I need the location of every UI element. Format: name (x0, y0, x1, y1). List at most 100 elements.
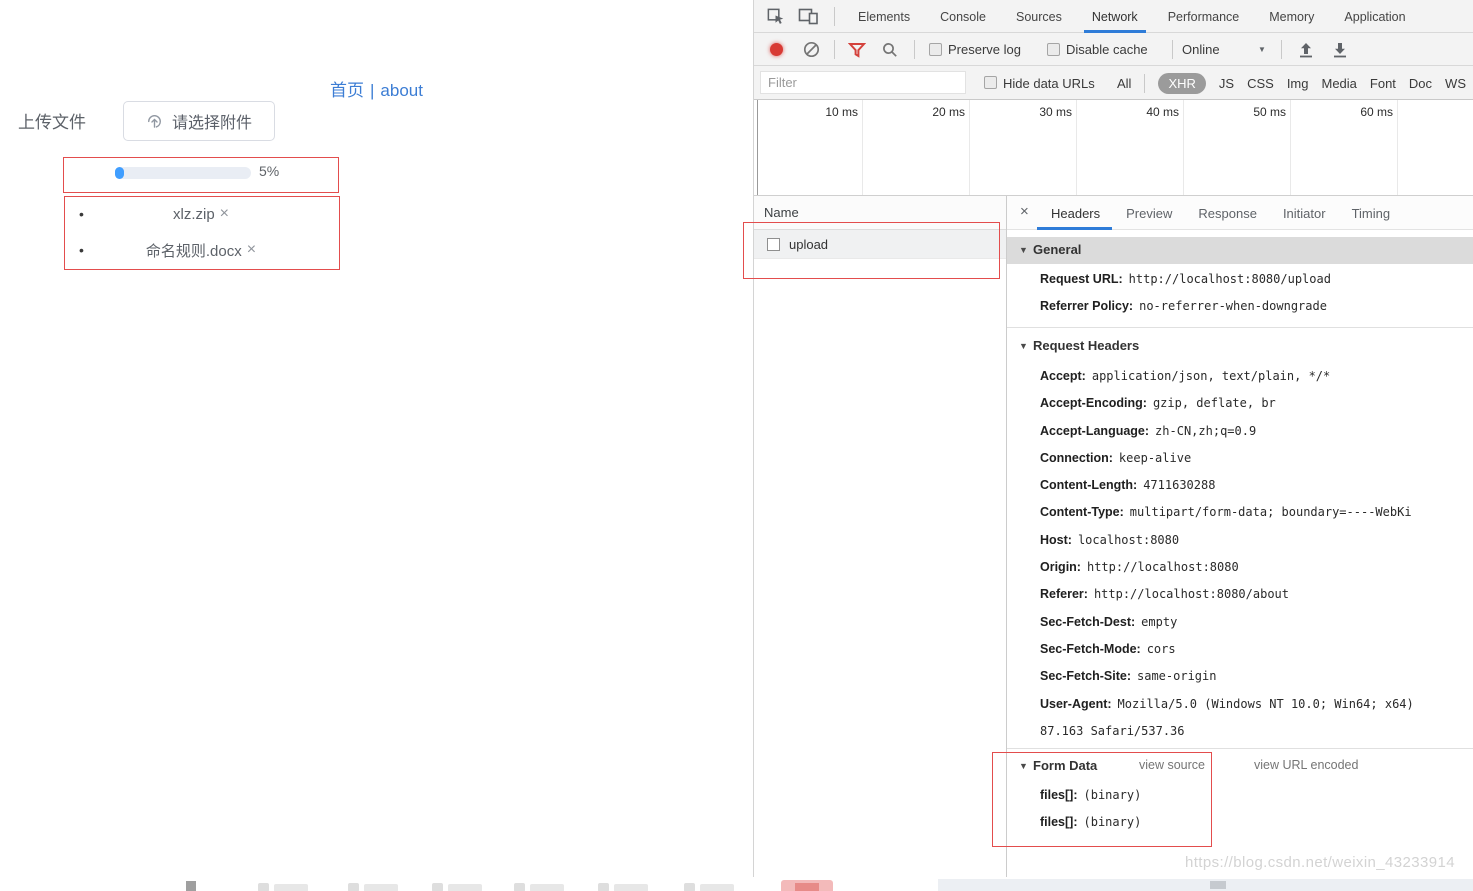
devtools-tab[interactable]: Application (1344, 0, 1405, 33)
timeline-tick-label: 10 ms (798, 105, 858, 119)
csdn-watermark: https://blog.csdn.net/weixin_43233914 (1185, 854, 1455, 871)
resource-type-filter[interactable]: CSS (1247, 76, 1274, 91)
choose-attachment-button[interactable]: 请选择附件 (123, 101, 275, 141)
detail-tab[interactable]: Timing (1352, 196, 1391, 230)
nav-separator: | (370, 81, 374, 100)
triangle-down-icon: ▼ (1019, 341, 1028, 351)
toolbar-separator (834, 40, 835, 59)
request-row[interactable]: upload (754, 230, 1006, 259)
resource-type-filter[interactable]: All (1117, 76, 1131, 91)
devtools-tabbar: Elements Console Sources Network Performance… (754, 0, 1473, 33)
header-row: Origin:http://localhost:8080 (1040, 554, 1414, 581)
follow-button[interactable] (781, 880, 833, 891)
general-section-header[interactable]: ▼ General (1007, 237, 1473, 264)
filter-funnel-icon[interactable] (848, 42, 866, 61)
general-section-title: General (1033, 242, 1081, 257)
form-data-section-header[interactable]: ▼ Form Data view source view URL encoded (1007, 752, 1473, 779)
import-har-icon[interactable] (1299, 42, 1313, 61)
resource-type-filter[interactable]: XHR (1158, 73, 1205, 94)
disable-cache-checkbox[interactable] (1047, 43, 1060, 56)
resource-type-filter[interactable]: JS (1219, 76, 1234, 91)
hide-data-urls-label[interactable]: Hide data URLs (1003, 76, 1095, 91)
view-source-link[interactable]: view source (1139, 758, 1205, 772)
resource-type-filter[interactable]: WS (1445, 76, 1466, 91)
request-name: upload (789, 237, 828, 252)
header-row: Referer:http://localhost:8080/about (1040, 581, 1414, 608)
inspect-element-icon[interactable] (766, 7, 785, 29)
clear-network-log-icon[interactable] (803, 41, 820, 61)
section-divider (1007, 327, 1473, 328)
header-value: Mozilla/5.0 (Windows NT 10.0; Win64; x64… (1118, 697, 1414, 711)
form-field-name: files[]: (1040, 815, 1078, 829)
header-name: Sec-Fetch-Site: (1040, 669, 1131, 683)
filter-input[interactable] (760, 71, 966, 94)
preserve-log-checkbox[interactable] (929, 43, 942, 56)
device-toolbar-icon[interactable] (798, 7, 819, 29)
header-row: Request URL:http://localhost:8080/upload (1040, 266, 1331, 293)
network-timeline-overview[interactable]: 10 ms20 ms30 ms40 ms50 ms60 ms (754, 100, 1473, 196)
record-network-log-icon[interactable] (770, 43, 783, 56)
header-value: keep-alive (1119, 451, 1191, 465)
scrollbar-thumb[interactable] (1210, 881, 1226, 889)
request-headers-section-header[interactable]: ▼ Request Headers (1007, 335, 1473, 362)
header-row: Sec-Fetch-Dest:empty (1040, 609, 1414, 636)
header-value: multipart/form-data; boundary=----WebKi (1130, 505, 1412, 519)
remove-file-icon[interactable]: × (247, 241, 256, 259)
request-file-icon (767, 238, 780, 251)
header-value: application/json, text/plain, */* (1092, 369, 1330, 383)
timeline-gridline (1076, 100, 1077, 195)
hide-data-urls-checkbox[interactable] (984, 76, 997, 89)
section-divider (1007, 748, 1473, 749)
requests-name-column-header[interactable]: Name (754, 196, 1006, 230)
toolbar-separator (1281, 40, 1282, 59)
header-row: Content-Length:4711630288 (1040, 472, 1414, 499)
header-name: Sec-Fetch-Dest: (1040, 615, 1135, 629)
nav-home-link[interactable]: 首页 (330, 81, 364, 100)
timeline-gridline (1290, 100, 1291, 195)
screenshot-root: 首页|about 上传文件 请选择附件 5% • xlz.zip × • 命名规… (0, 0, 1473, 891)
devtools-tab[interactable]: Elements (858, 0, 910, 33)
remove-file-icon[interactable]: × (220, 205, 229, 223)
devtools-tab[interactable]: Memory (1269, 0, 1314, 33)
devtools-tab[interactable]: Sources (1016, 0, 1062, 33)
timeline-origin-line (757, 100, 758, 195)
horizontal-scrollbar[interactable] (938, 879, 1473, 891)
close-icon[interactable]: × (1020, 203, 1029, 220)
header-name: Origin: (1040, 560, 1081, 574)
header-row: Sec-Fetch-Mode:cors (1040, 636, 1414, 663)
header-name: Content-Type: (1040, 505, 1124, 519)
resource-type-filter[interactable]: Font (1370, 76, 1396, 91)
export-har-icon[interactable] (1333, 42, 1347, 61)
nav-about-link[interactable]: about (380, 81, 423, 100)
detail-tab[interactable]: Preview (1126, 196, 1172, 230)
detail-tab[interactable]: Headers (1051, 196, 1100, 230)
header-value: http://localhost:8080/upload (1129, 272, 1331, 286)
timeline-gridline (1183, 100, 1184, 195)
devtools-tab[interactable]: Network (1092, 0, 1138, 33)
disable-cache-label[interactable]: Disable cache (1066, 42, 1148, 57)
list-bullet: • (79, 242, 84, 258)
header-row: Referrer Policy:no-referrer-when-downgra… (1040, 293, 1331, 320)
throttling-select[interactable]: Online (1182, 42, 1220, 57)
resource-type-filters: AllXHRJSCSSImgMediaFontDocWSM (1117, 66, 1473, 100)
devtools-tab[interactable]: Console (940, 0, 986, 33)
search-icon[interactable] (882, 42, 898, 61)
devtools-panel: Elements Console Sources Network Performance… (753, 0, 1473, 878)
detail-tab[interactable]: Initiator (1283, 196, 1326, 230)
preserve-log-label[interactable]: Preserve log (948, 42, 1021, 57)
view-url-encoded-link[interactable]: view URL encoded (1254, 758, 1358, 772)
form-field-value: (binary) (1084, 815, 1142, 829)
chevron-down-icon[interactable]: ▼ (1258, 45, 1266, 54)
header-row: Content-Type: multipart/form-data; bounda… (1040, 499, 1414, 526)
resource-type-filter[interactable]: Doc (1409, 76, 1432, 91)
resource-type-filter[interactable]: Img (1287, 76, 1309, 91)
footer-placeholder (186, 881, 196, 891)
triangle-down-icon: ▼ (1019, 245, 1028, 255)
header-value: 87.163 Safari/537.36 (1040, 724, 1185, 738)
detail-tab[interactable]: Response (1198, 196, 1257, 230)
page-nav: 首页 | about (330, 76, 423, 101)
resource-type-filter[interactable]: Media (1321, 76, 1356, 91)
header-name: Sec-Fetch-Mode: (1040, 642, 1141, 656)
timeline-tick-label: 50 ms (1226, 105, 1286, 119)
devtools-tab[interactable]: Performance (1168, 0, 1240, 33)
